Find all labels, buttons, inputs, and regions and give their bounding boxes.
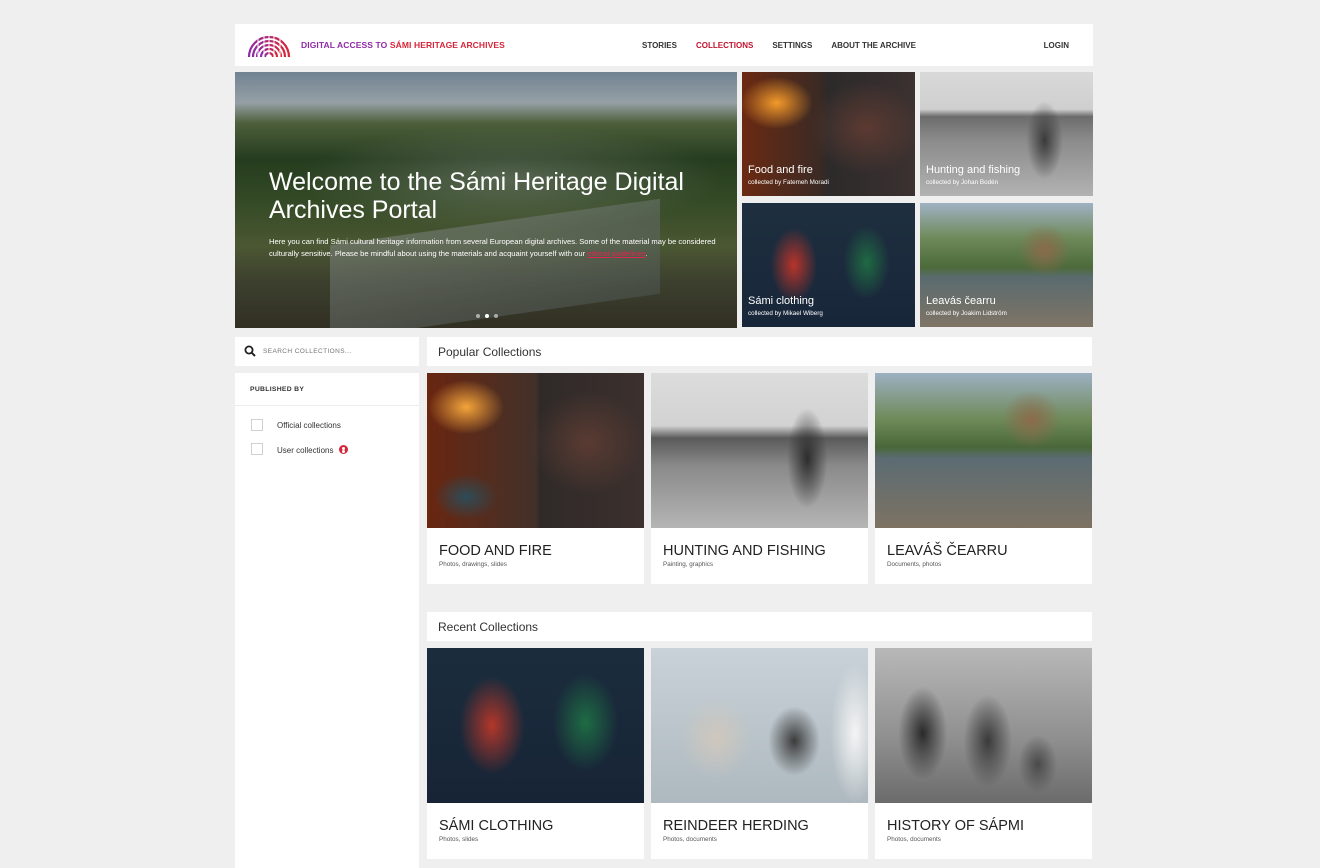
section-title: Popular Collections (438, 345, 542, 359)
filter-label: User collections (277, 445, 334, 455)
nav-collections[interactable]: COLLECTIONS (696, 41, 753, 50)
collection-title: HISTORY OF SÁPMI (887, 818, 1024, 834)
tile-subtitle: collected by Fatemeh Moradi (748, 179, 829, 186)
nav-about-the-archive[interactable]: ABOUT THE ARCHIVE (831, 41, 916, 50)
search-box (235, 337, 419, 366)
login-button[interactable]: LOGIN (1044, 41, 1069, 50)
main-nav: STORIES COLLECTIONS SETTINGS ABOUT THE A… (642, 41, 916, 50)
divider (235, 405, 419, 406)
top-navigation-bar: DIGITAL ACCESS TO SÁMI HERITAGE ARCHIVES… (235, 24, 1093, 66)
nav-stories[interactable]: STORIES (642, 41, 677, 50)
hero-title: Welcome to the Sámi Heritage Digital Arc… (269, 168, 684, 224)
filter-label-wrap: User collections (277, 444, 349, 455)
collection-title: REINDEER HERDING (663, 818, 809, 834)
collection-subtitle: Photos, slides (439, 836, 479, 843)
collection-subtitle: Photos, drawings, slides (439, 561, 507, 568)
ethical-guidelines-link[interactable]: ethical guidelines (587, 249, 645, 258)
popular-collections-header: Popular Collections (427, 337, 1092, 366)
filter-label: Official collections (277, 420, 341, 430)
collection-image (651, 373, 868, 528)
filter-heading: PUBLISHED BY (250, 386, 305, 393)
collection-image (427, 373, 644, 528)
checkbox[interactable] (251, 443, 263, 455)
tile-title: Food and fire (748, 164, 813, 176)
tile-title: Hunting and fishing (926, 164, 1021, 176)
collection-card-hunting-and-fishing[interactable]: HUNTING AND FISHING Painting, graphics (651, 373, 868, 584)
hero-text: Here you can find Sámi cultural heritage… (269, 237, 716, 258)
site-title-part1: DIGITAL ACCESS TO (301, 40, 390, 50)
collection-title: LEAVÁŠ ČEARRU (887, 543, 1008, 559)
collection-image (427, 648, 644, 803)
collection-subtitle: Photos, documents (663, 836, 717, 843)
collection-card-history-of-sapmi[interactable]: HISTORY OF SÁPMI Photos, documents (875, 648, 1092, 859)
tile-subtitle: collected by Mikael Wiberg (748, 310, 823, 317)
collection-image (875, 648, 1092, 803)
collection-card-leavas-cearru[interactable]: LEAVÁŠ ČEARRU Documents, photos (875, 373, 1092, 584)
tile-subtitle: collected by Johan Bodén (926, 179, 999, 186)
hero-description: Here you can find Sámi cultural heritage… (269, 236, 729, 260)
collection-image (651, 648, 868, 803)
filter-panel: PUBLISHED BY Official collections User c… (235, 373, 419, 868)
hero-tile-leavas-cearru[interactable]: Leavás čearru collected by Joakim Lidstr… (920, 203, 1093, 327)
hero-tile-sami-clothing[interactable]: Sámi clothing collected by Mikael Wiberg (742, 203, 915, 327)
carousel-dot-2[interactable] (485, 314, 489, 318)
collection-title: HUNTING AND FISHING (663, 543, 826, 559)
collection-subtitle: Painting, graphics (663, 561, 714, 568)
recent-collections-header: Recent Collections (427, 612, 1092, 641)
collection-card-food-and-fire[interactable]: FOOD AND FIRE Photos, drawings, slides (427, 373, 644, 584)
tile-title: Sámi clothing (748, 295, 815, 307)
search-input[interactable] (263, 344, 413, 359)
filter-user-collections[interactable]: User collections (251, 443, 349, 455)
tile-subtitle: collected by Joakim Lidström (926, 310, 1007, 317)
filter-official-collections[interactable]: Official collections (251, 419, 341, 431)
nav-settings[interactable]: SETTINGS (772, 41, 812, 50)
site-title[interactable]: DIGITAL ACCESS TO SÁMI HERITAGE ARCHIVES (301, 40, 505, 50)
carousel-dots (476, 314, 498, 318)
collection-card-reindeer-herding[interactable]: REINDEER HERDING Photos, documents (651, 648, 868, 859)
tile-title: Leavás čearru (926, 295, 996, 307)
collection-subtitle: Photos, documents (887, 836, 941, 843)
collection-subtitle: Documents, photos (887, 561, 942, 568)
carousel-dot-3[interactable] (494, 314, 498, 318)
logo-icon[interactable] (247, 33, 291, 57)
search-icon[interactable] (244, 345, 256, 357)
collection-title: SÁMI CLOTHING (439, 818, 554, 834)
section-title: Recent Collections (438, 620, 539, 634)
collection-card-sami-clothing[interactable]: SÁMI CLOTHING Photos, slides (427, 648, 644, 859)
collection-image (875, 373, 1092, 528)
hero-tile-food-and-fire[interactable]: Food and fire collected by Fatemeh Morad… (742, 72, 915, 196)
collection-title: FOOD AND FIRE (439, 543, 552, 559)
hero-banner: Welcome to the Sámi Heritage Digital Arc… (235, 72, 737, 328)
hero-text-end: . (645, 249, 648, 258)
hero-tile-hunting-and-fishing[interactable]: Hunting and fishing collected by Johan B… (920, 72, 1093, 196)
user-icon (339, 444, 349, 454)
carousel-dot-1[interactable] (476, 314, 480, 318)
checkbox[interactable] (251, 419, 263, 431)
site-title-part2: SÁMI HERITAGE ARCHIVES (389, 40, 505, 50)
